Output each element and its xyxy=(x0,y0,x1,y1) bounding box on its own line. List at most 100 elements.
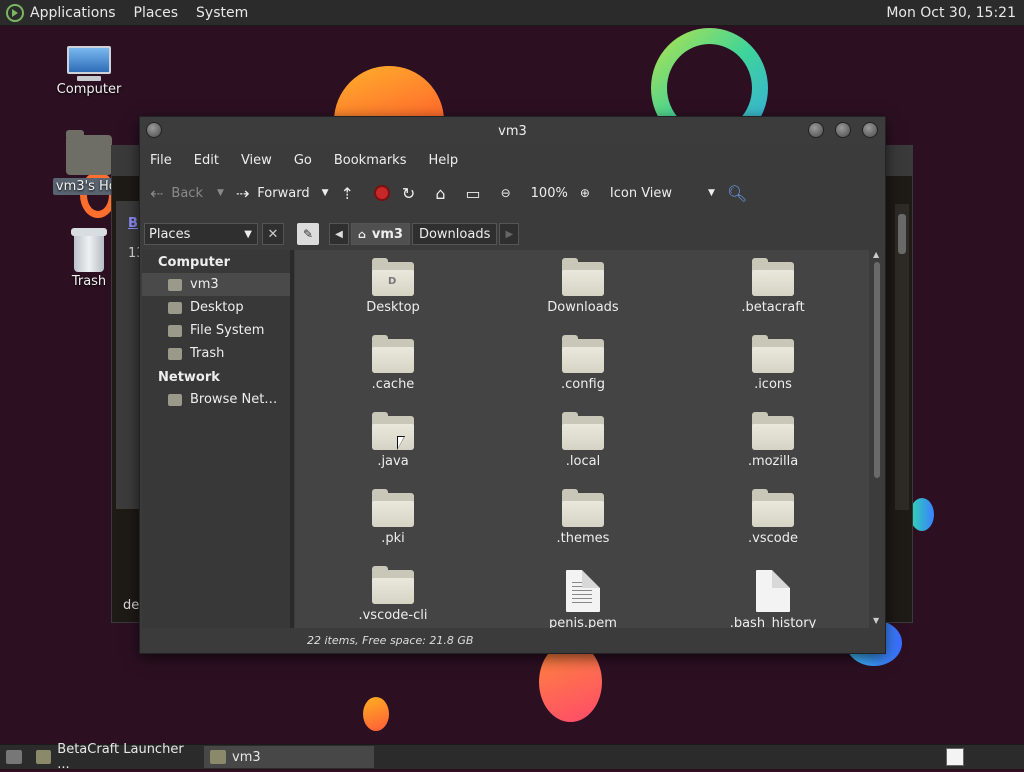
sidebar-item-trash[interactable]: Trash xyxy=(142,342,290,365)
close-sidebar-button[interactable]: ✕ xyxy=(262,223,284,245)
toolbar: ⇠ Back ▼ ⇢ Forward ▼ ⇡ ↻ ⌂ ▭ ⊖ 100% ⊕ Ic… xyxy=(140,175,885,211)
sidebar-divider[interactable] xyxy=(290,250,294,628)
file-item[interactable]: .vscode-cli xyxy=(328,566,458,623)
computer-button[interactable]: ▭ xyxy=(465,184,488,203)
menu-edit[interactable]: Edit xyxy=(194,153,219,168)
status-text: 22 items, Free space: 21.8 GB xyxy=(307,633,474,647)
breadcrumb-label: vm3 xyxy=(371,226,403,242)
zoom-in-button[interactable]: ⊕ xyxy=(580,186,598,200)
back-arrow-icon: ⇠ xyxy=(150,183,164,203)
folder-icon: D xyxy=(372,258,414,296)
sidebar-selector-label: Places xyxy=(149,226,191,242)
minimize-button[interactable] xyxy=(808,122,824,138)
menu-help[interactable]: Help xyxy=(428,153,458,168)
file-item[interactable]: .local xyxy=(518,412,648,469)
sidebar-item-vm3[interactable]: vm3 xyxy=(142,273,290,296)
menu-applications[interactable]: Applications xyxy=(30,5,116,21)
window-menu-button[interactable] xyxy=(146,122,162,138)
file-name: .vscode xyxy=(748,531,798,546)
forward-label: Forward xyxy=(257,185,310,201)
file-item[interactable]: .config xyxy=(518,335,648,392)
folder-icon xyxy=(372,335,414,373)
wallpaper-small-blob xyxy=(363,697,389,731)
sidebar-selector[interactable]: Places ▼ xyxy=(144,223,258,245)
file-item[interactable]: .bash_history xyxy=(708,570,838,628)
menu-go[interactable]: Go xyxy=(294,153,312,168)
file-item[interactable]: D Desktop xyxy=(328,258,458,315)
drive-icon xyxy=(168,324,182,337)
search-button[interactable]: 🔍︎ xyxy=(727,184,755,203)
folder-icon xyxy=(562,412,604,450)
menu-system[interactable]: System xyxy=(196,5,248,21)
file-name: .local xyxy=(565,454,601,469)
betacraft-scrollbar[interactable] xyxy=(895,204,909,510)
sidebar-item-browse-network[interactable]: Browse Net… xyxy=(142,388,290,411)
breadcrumb-downloads[interactable]: Downloads xyxy=(411,223,498,245)
file-item[interactable]: .betacraft xyxy=(708,258,838,315)
home-button[interactable]: ⌂ xyxy=(435,184,453,203)
zoom-level[interactable]: 100% xyxy=(531,186,568,201)
top-panel: Applications Places System Mon Oct 30, 1… xyxy=(0,0,1024,26)
view-mode-select[interactable]: Icon View ▼ xyxy=(610,186,715,201)
home-folder-icon xyxy=(210,750,226,764)
back-label: Back xyxy=(171,185,203,201)
file-name: .java xyxy=(377,454,409,469)
file-manager-window: vm3 File Edit View Go Bookmarks Help ⇠ B… xyxy=(139,116,886,654)
clock[interactable]: Mon Oct 30, 15:21 xyxy=(886,5,1016,21)
back-dropdown-icon[interactable]: ▼ xyxy=(217,188,224,198)
window-titlebar[interactable]: vm3 xyxy=(140,117,885,145)
close-button[interactable] xyxy=(862,122,878,138)
menu-places[interactable]: Places xyxy=(134,5,179,21)
desktop-icon-computer[interactable]: Computer xyxy=(44,46,134,97)
menu-bookmarks[interactable]: Bookmarks xyxy=(334,153,407,168)
back-button[interactable]: ⇠ Back ▼ xyxy=(150,184,224,203)
zoom-in-icon: ⊕ xyxy=(579,186,590,200)
file-item[interactable]: .icons xyxy=(708,335,838,392)
file-item[interactable]: Downloads xyxy=(518,258,648,315)
scroll-down-icon[interactable]: ▼ xyxy=(873,616,879,625)
pencil-icon: ✎ xyxy=(302,227,314,241)
sidebar-item-label: Trash xyxy=(190,346,225,361)
file-item[interactable]: .themes xyxy=(518,489,648,546)
sidebar-item-desktop[interactable]: Desktop xyxy=(142,296,290,319)
distro-logo-icon[interactable] xyxy=(6,3,24,22)
edit-location-button[interactable]: ✎ xyxy=(297,223,319,245)
file-item[interactable]: .vscode xyxy=(708,489,838,546)
breadcrumb-back-button[interactable]: ◀ xyxy=(329,223,349,245)
menu-view[interactable]: View xyxy=(241,153,272,168)
zoom-out-icon: ⊖ xyxy=(500,186,511,200)
stop-button[interactable] xyxy=(373,185,390,201)
home-icon: ⌂ xyxy=(358,227,366,241)
workspace-switcher[interactable] xyxy=(946,748,964,766)
scroll-up-icon[interactable]: ▲ xyxy=(873,250,879,259)
chevron-right-icon: ▶ xyxy=(505,228,514,240)
folder-icon xyxy=(562,258,604,296)
file-name: .mozilla xyxy=(747,454,799,469)
forward-button[interactable]: ⇢ Forward ▼ xyxy=(236,184,329,203)
file-item[interactable]: .pki xyxy=(328,489,458,546)
betacraft-link[interactable]: B xyxy=(128,216,138,231)
breadcrumb-forward-button[interactable]: ▶ xyxy=(499,223,520,245)
sidebar-item-file-system[interactable]: File System xyxy=(142,319,290,342)
task-vm3[interactable]: vm3 xyxy=(204,746,374,768)
task-betacraft[interactable]: BetaCraft Launcher ... xyxy=(30,742,200,772)
file-item[interactable]: .cache xyxy=(328,335,458,392)
reload-button[interactable]: ↻ xyxy=(402,184,423,203)
text-file-icon xyxy=(566,570,600,612)
file-item[interactable]: .mozilla xyxy=(708,412,838,469)
file-view[interactable]: D Desktop Downloads .betacraft .cache .config… xyxy=(295,250,869,628)
show-desktop-icon[interactable] xyxy=(6,750,22,764)
maximize-button[interactable] xyxy=(835,122,851,138)
folder-icon xyxy=(372,489,414,527)
forward-dropdown-icon[interactable]: ▼ xyxy=(322,188,329,198)
chevron-left-icon: ◀ xyxy=(335,228,343,240)
scrollbar-thumb[interactable] xyxy=(874,262,880,478)
file-item[interactable]: .java xyxy=(328,412,458,469)
breadcrumb-vm3[interactable]: ⌂ vm3 xyxy=(351,223,410,245)
zoom-out-button[interactable]: ⊖ xyxy=(501,186,519,200)
up-button[interactable]: ⇡ xyxy=(341,184,362,203)
file-item[interactable]: penis.pem xyxy=(518,570,648,628)
menu-file[interactable]: File xyxy=(150,153,172,168)
file-view-scrollbar[interactable]: ▲ ▼ xyxy=(871,250,883,628)
computer-icon xyxy=(65,46,113,81)
